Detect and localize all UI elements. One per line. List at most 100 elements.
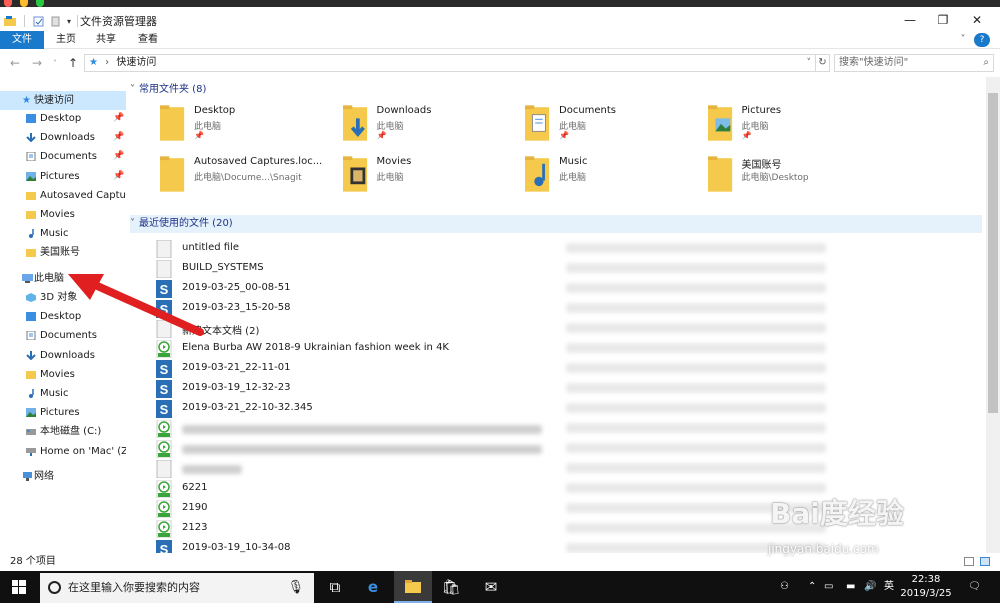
list-item[interactable]: 新建文本文档 (2) — [156, 319, 976, 339]
address-dropdown-icon[interactable]: ˅ — [807, 55, 812, 71]
tray-overflow-icon[interactable]: ⌃ — [808, 571, 816, 603]
pin-icon[interactable]: 📌 — [113, 167, 124, 186]
sidebar-item-music[interactable]: Music — [0, 224, 126, 243]
mail-icon[interactable]: ✉ — [472, 571, 510, 603]
list-item[interactable]: Elena Burba AW 2018-9 Ukrainian fashion … — [156, 339, 976, 359]
minimize-button[interactable]: — — [895, 10, 925, 30]
pin-icon[interactable]: 📌 — [377, 131, 387, 140]
refresh-icon[interactable]: ↻ — [816, 54, 830, 72]
close-button[interactable]: ✕ — [962, 10, 992, 30]
video-file-icon — [156, 340, 172, 358]
clock[interactable]: 22:38 2019/3/25 — [900, 573, 952, 601]
maximize-button[interactable]: ❐ — [928, 10, 958, 30]
details-view-icon[interactable] — [964, 557, 974, 566]
tiles-view-icon[interactable] — [980, 557, 990, 566]
list-item[interactable] — [156, 459, 976, 479]
action-center-icon[interactable]: 🗨 — [968, 571, 981, 603]
pin-icon[interactable]: 📌 — [194, 131, 204, 140]
sidebar-item-label: Home on 'Mac' (Z:) — [40, 445, 126, 457]
sidebar-pc-item[interactable]: 本地磁盘 (C:) — [0, 422, 126, 441]
pin-icon[interactable]: 📌 — [113, 147, 124, 166]
taskbar-search-input[interactable]: 在这里输入你要搜索的内容 🎙 — [40, 573, 314, 603]
mac-minimize-icon[interactable] — [20, 0, 28, 7]
start-button[interactable] — [0, 571, 38, 603]
sidebar-pc-item[interactable]: Movies — [0, 365, 126, 384]
pin-icon[interactable]: 📌 — [559, 131, 569, 140]
breadcrumb[interactable]: 快速访问 — [116, 57, 156, 68]
video-file-icon — [156, 520, 172, 538]
collapse-chevron-icon[interactable]: ˅ — [130, 218, 135, 229]
properties-icon[interactable] — [33, 16, 44, 27]
new-folder-icon[interactable] — [50, 16, 61, 27]
pin-icon[interactable]: 📌 — [113, 128, 124, 147]
scrollbar-thumb[interactable] — [988, 93, 998, 413]
expand-ribbon-icon[interactable]: ˅ — [956, 31, 970, 49]
frequent-folder-tile[interactable]: Music 此电脑 — [523, 152, 703, 200]
edge-icon[interactable]: e — [354, 571, 392, 603]
frequent-folder-tile[interactable]: Autosaved Captures.loc... 此电脑\Docume...\… — [158, 152, 338, 200]
sidebar-pc-item[interactable]: Music — [0, 384, 126, 403]
section-recent-files[interactable]: ˅ 最近使用的文件 (20) — [130, 215, 982, 233]
list-item[interactable]: S 2019-03-19_12-32-23 — [156, 379, 976, 399]
frequent-folder-tile[interactable]: Pictures 此电脑 📌 — [706, 101, 886, 149]
list-item[interactable]: S 2019-03-25_00-08-51 — [156, 279, 976, 299]
list-item[interactable] — [156, 419, 976, 439]
frequent-folder-tile[interactable]: Desktop 此电脑 📌 — [158, 101, 338, 149]
sidebar-item-autosaved-captures[interactable]: Autosaved Captures — [0, 186, 126, 205]
sidebar-item-downloads[interactable]: Downloads 📌 — [0, 128, 126, 147]
nav-quick-access[interactable]: ★ 快速访问 — [0, 91, 126, 110]
list-item[interactable]: S 2019-03-21_22-11-01 — [156, 359, 976, 379]
file-explorer-taskbar-icon[interactable] — [394, 571, 432, 603]
microphone-icon[interactable]: 🎙 — [287, 573, 304, 603]
collapse-chevron-icon[interactable]: ˅ — [130, 84, 135, 95]
list-item[interactable]: untitled file — [156, 239, 976, 259]
file-name — [182, 445, 542, 454]
mac-close-icon[interactable] — [4, 0, 12, 7]
tab-file[interactable]: 文件 — [0, 31, 44, 49]
sidebar-item-documents[interactable]: Documents 📌 — [0, 147, 126, 166]
address-bar[interactable]: ★ › 快速访问 ˅ — [84, 54, 816, 72]
search-icon[interactable]: ⌕ — [983, 55, 989, 71]
pin-icon[interactable]: 📌 — [113, 109, 124, 128]
up-arrow-icon[interactable]: ↑ — [68, 56, 78, 70]
sidebar-pc-item[interactable]: Home on 'Mac' (Z:) — [0, 442, 126, 461]
people-icon[interactable]: ⚇ — [780, 571, 789, 603]
sidebar-item-美国账号[interactable]: 美国账号 — [0, 243, 126, 262]
sidebar-item-movies[interactable]: Movies — [0, 205, 126, 224]
nav-network[interactable]: 网络 — [0, 467, 126, 486]
list-item[interactable]: S 2019-03-23_15-20-58 — [156, 299, 976, 319]
pin-icon[interactable]: 📌 — [742, 131, 752, 140]
store-icon[interactable]: 🛍 — [432, 571, 470, 603]
tab-view[interactable]: 查看 — [130, 31, 166, 49]
sidebar-pc-item[interactable]: Pictures — [0, 403, 126, 422]
section-frequent-folders[interactable]: ˅ 常用文件夹 (8) — [130, 81, 206, 99]
vertical-scrollbar[interactable] — [986, 77, 1000, 553]
tab-home[interactable]: 主页 — [48, 31, 84, 49]
customize-chevron-icon[interactable]: ▾ — [67, 17, 71, 26]
task-view-icon[interactable]: ⧉ — [316, 571, 354, 603]
recent-locations-icon[interactable]: ˅ — [53, 59, 57, 68]
frequent-folder-tile[interactable]: Downloads 此电脑 📌 — [341, 101, 521, 149]
sidebar-item-desktop[interactable]: Desktop 📌 — [0, 109, 126, 128]
list-item[interactable]: BUILD_SYSTEMS — [156, 259, 976, 279]
search-input[interactable]: 搜索"快速访问" ⌕ — [834, 54, 994, 72]
volume-icon[interactable]: 🔊 — [864, 571, 876, 603]
list-item[interactable] — [156, 439, 976, 459]
sidebar-pc-item[interactable]: Downloads — [0, 346, 126, 365]
frequent-folder-tile[interactable]: 美国账号 此电脑\Desktop — [706, 152, 886, 200]
frequent-folder-tile[interactable]: Documents 此电脑 📌 — [523, 101, 703, 149]
clock-date: 2019/3/25 — [900, 588, 952, 599]
ime-indicator[interactable]: 英 — [884, 571, 894, 603]
battery-icon[interactable]: ▬ — [846, 571, 855, 603]
back-arrow-icon[interactable]: ← — [10, 56, 20, 70]
frequent-folder-tile[interactable]: Movies 此电脑 — [341, 152, 521, 200]
list-item[interactable]: S 2019-03-21_22-10-32.345 — [156, 399, 976, 419]
mac-zoom-icon[interactable] — [36, 0, 44, 7]
sidebar-item-label: 美国账号 — [40, 247, 80, 259]
help-icon[interactable]: ? — [974, 33, 990, 47]
network-tray-icon[interactable]: ▭ — [824, 571, 833, 603]
sidebar-item-pictures[interactable]: Pictures 📌 — [0, 167, 126, 186]
forward-arrow-icon[interactable]: → — [32, 56, 42, 70]
tab-share[interactable]: 共享 — [88, 31, 124, 49]
breadcrumb-chevron-icon[interactable]: › — [105, 57, 109, 68]
